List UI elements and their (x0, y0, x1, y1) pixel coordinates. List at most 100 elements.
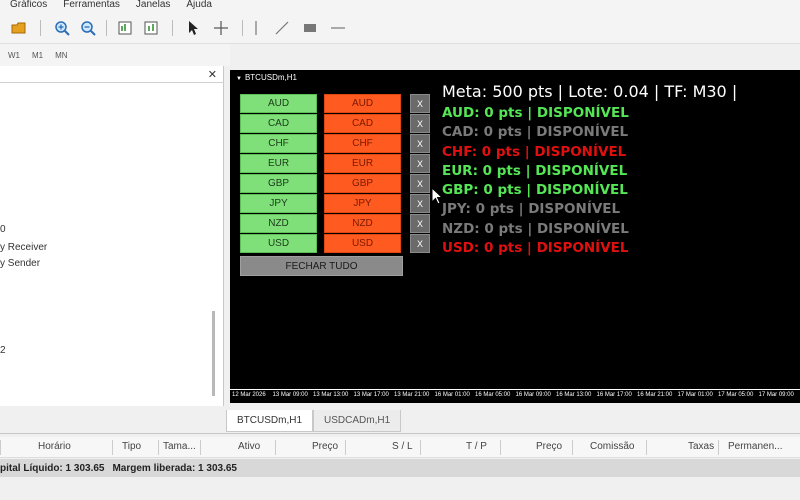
table-column-header[interactable]: Tipo (122, 441, 141, 452)
time-axis-label: 13 Mar 17:00 (353, 392, 389, 398)
close-button-gbp[interactable]: X (410, 174, 430, 193)
time-axis-label: 12 Mar 2026 (232, 392, 266, 398)
tab-usdcadm[interactable]: USDCADm,H1 (313, 410, 402, 432)
menu-ferramentas[interactable]: Ferramentas (63, 0, 120, 10)
menu-ajuda[interactable]: Ajuda (186, 0, 212, 10)
time-axis-label: 17 Mar 09:00 (758, 392, 794, 398)
close-button-chf[interactable]: X (410, 134, 430, 153)
autoscroll-icon[interactable] (141, 18, 161, 38)
navigator-item[interactable]: 0 (0, 224, 6, 235)
table-column-header[interactable]: Horário (38, 441, 71, 452)
status-header: Meta: 500 pts | Lote: 0.04 | TF: M30 | (442, 82, 738, 101)
close-icon[interactable]: ✕ (208, 68, 217, 81)
table-column-header[interactable]: Permanen... (728, 441, 782, 452)
status-line: CAD: 0 pts | DISPONÍVEL (442, 124, 629, 141)
time-axis-label: 16 Mar 21:00 (637, 392, 673, 398)
zoom-in-icon[interactable] (52, 18, 72, 38)
buy-button-aud[interactable]: AUD (240, 94, 317, 113)
navigator-panel: ✕ 0 y Receiver y Sender 2 (0, 66, 224, 406)
sell-button-gbp[interactable]: GBP (324, 174, 401, 193)
close-button-jpy[interactable]: X (410, 194, 430, 213)
zoom-out-icon[interactable] (78, 18, 98, 38)
chart-symbol-title: BTCUSDm,H1 (236, 73, 297, 82)
buy-button-usd[interactable]: USD (240, 234, 317, 253)
currency-row: USD USD X (240, 234, 430, 253)
close-button-aud[interactable]: X (410, 94, 430, 113)
navigator-scrollbar[interactable] (212, 311, 215, 396)
trendline-icon[interactable] (272, 18, 292, 38)
time-axis-label: 16 Mar 01:00 (434, 392, 470, 398)
table-column-header[interactable]: Preço (312, 441, 338, 452)
timeframe-w1[interactable]: W1 (8, 51, 20, 60)
account-summary: pital Líquido: 1 303.65 Margem liberada:… (0, 459, 800, 477)
folder-icon[interactable] (9, 18, 29, 38)
close-all-button[interactable]: FECHAR TUDO (240, 256, 403, 276)
sell-button-cad[interactable]: CAD (324, 114, 401, 133)
tab-btcusdm[interactable]: BTCUSDm,H1 (226, 410, 314, 432)
sell-button-aud[interactable]: AUD (324, 94, 401, 113)
navigator-item[interactable]: 2 (0, 345, 6, 356)
chart-canvas[interactable]: BTCUSDm,H1 AUDAUDXCADCADXCHFCHFXEUREURXG… (230, 70, 800, 403)
mt5-window: Gráficos Ferramentas Janelas Ajuda W1 M1… (0, 0, 800, 500)
currency-button-panel: AUD AUD X CAD CAD X CHF CHF X EUR EUR X GBP GBP X JPY JP… (240, 94, 430, 254)
sell-button-chf[interactable]: CHF (324, 134, 401, 153)
table-column-header[interactable]: Taxas (688, 441, 714, 452)
table-column-header[interactable]: Preço (536, 441, 562, 452)
toolbar (0, 12, 800, 44)
mouse-pointer-icon (431, 187, 443, 205)
timeframe-bar: W1 M1 MN (0, 44, 230, 66)
status-line: CHF: 0 pts | DISPONÍVEL (442, 143, 627, 160)
close-button-usd[interactable]: X (410, 234, 430, 253)
timeframe-m1[interactable]: M1 (32, 51, 43, 60)
buy-button-nzd[interactable]: NZD (240, 214, 317, 233)
currency-row: AUD AUD X (240, 94, 430, 113)
status-line: NZD: 0 pts | DISPONÍVEL (442, 220, 629, 237)
table-column-header[interactable]: S / L (392, 441, 413, 452)
trade-table-header: Horário Tipo Tama... Ativo Preço S / L T / P Pr… (0, 437, 800, 458)
time-axis-label: 16 Mar 05:00 (475, 392, 511, 398)
rectangle-icon[interactable] (300, 18, 320, 38)
currency-row: CAD CAD X (240, 114, 430, 133)
time-axis-label: 16 Mar 09:00 (515, 392, 551, 398)
sell-button-usd[interactable]: USD (324, 234, 401, 253)
buy-button-cad[interactable]: CAD (240, 114, 317, 133)
timeframe-mn[interactable]: MN (55, 51, 67, 60)
crosshair-icon[interactable] (211, 18, 231, 38)
status-line: USD: 0 pts | DISPONÍVEL (442, 240, 629, 257)
currency-row: GBP GBP X (240, 174, 430, 193)
time-axis-label: 13 Mar 09:00 (272, 392, 308, 398)
chart-shift-icon[interactable] (115, 18, 135, 38)
horizontal-line-icon[interactable] (328, 18, 348, 38)
time-axis: 12 Mar 2026 13 Mar 09:00 13 Mar 13:00 13 Ma… (230, 389, 800, 401)
sell-button-eur[interactable]: EUR (324, 154, 401, 173)
close-button-nzd[interactable]: X (410, 214, 430, 233)
table-column-header[interactable]: Comissão (590, 441, 634, 452)
time-axis-label: 16 Mar 17:00 (596, 392, 632, 398)
close-button-cad[interactable]: X (410, 114, 430, 133)
vertical-line-icon[interactable] (246, 18, 266, 38)
time-axis-label: 17 Mar 05:00 (718, 392, 754, 398)
currency-row: NZD NZD X (240, 214, 430, 233)
sell-button-jpy[interactable]: JPY (324, 194, 401, 213)
margem-liberada: Margem liberada: 1 303.65 (112, 462, 237, 474)
status-line: EUR: 0 pts | DISPONÍVEL (442, 162, 628, 179)
chart-tabs: BTCUSDm,H1 USDCADm,H1 (226, 410, 402, 432)
table-column-header[interactable]: T / P (466, 441, 487, 452)
buy-button-chf[interactable]: CHF (240, 134, 317, 153)
buy-button-gbp[interactable]: GBP (240, 174, 317, 193)
buy-button-jpy[interactable]: JPY (240, 194, 317, 213)
menu-bar: Gráficos Ferramentas Janelas Ajuda (0, 0, 800, 12)
buy-button-eur[interactable]: EUR (240, 154, 317, 173)
close-button-eur[interactable]: X (410, 154, 430, 173)
navigator-item-receiver[interactable]: y Receiver (0, 242, 47, 253)
bottom-bar (0, 477, 800, 500)
table-column-header[interactable]: Tama... (163, 441, 196, 452)
navigator-item-sender[interactable]: y Sender (0, 258, 40, 269)
time-axis-label: 16 Mar 13:00 (556, 392, 592, 398)
status-line: AUD: 0 pts | DISPONÍVEL (442, 105, 629, 121)
sell-button-nzd[interactable]: NZD (324, 214, 401, 233)
table-column-header[interactable]: Ativo (238, 441, 260, 452)
menu-janelas[interactable]: Janelas (136, 0, 170, 10)
cursor-tool-icon[interactable] (183, 18, 203, 38)
menu-graficos[interactable]: Gráficos (10, 0, 47, 10)
